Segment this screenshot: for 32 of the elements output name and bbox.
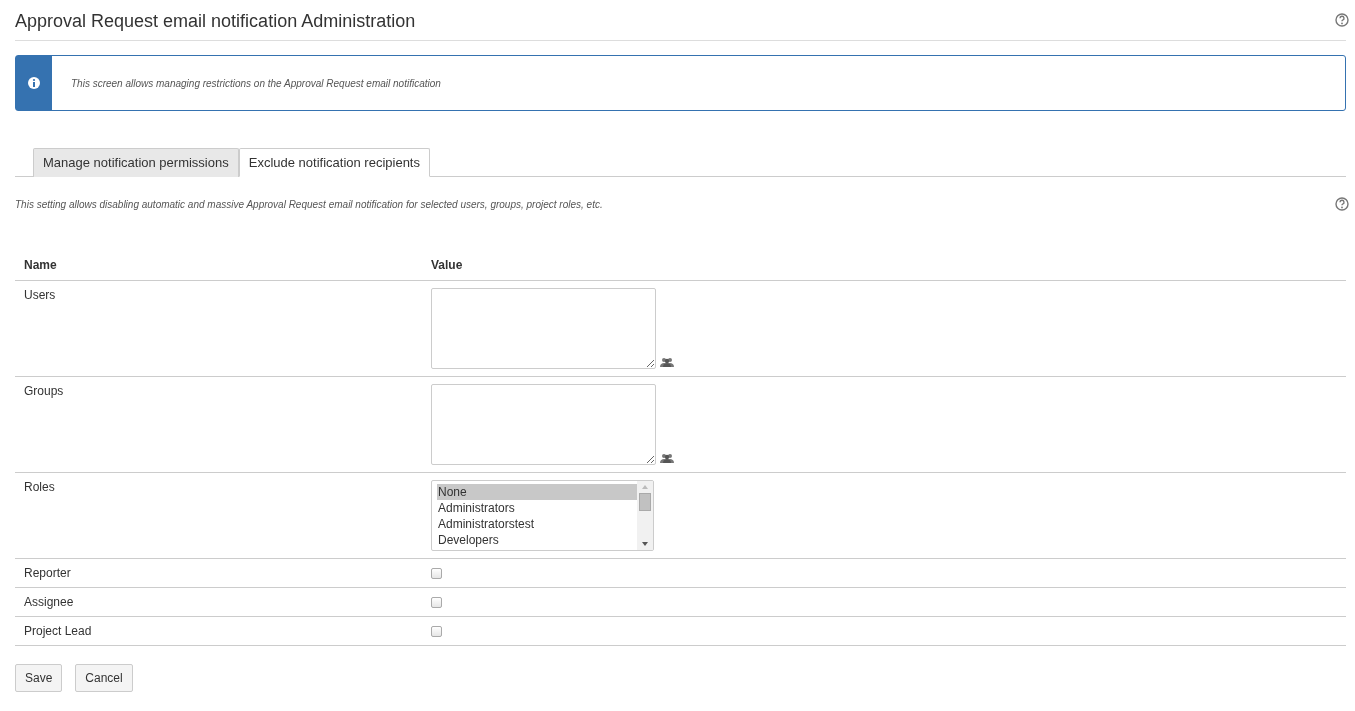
scroll-thumb[interactable] — [639, 493, 651, 511]
scroll-up-icon[interactable] — [641, 484, 649, 490]
tab[interactable]: Exclude notification recipients — [238, 148, 430, 177]
help-icon[interactable] — [1335, 13, 1349, 27]
list-option[interactable]: Administrators — [437, 500, 637, 516]
row-label: Assignee — [24, 595, 74, 609]
row-label: Groups — [24, 384, 64, 398]
row-label: Users — [24, 288, 56, 302]
page-title: Approval Request email notification Administration — [15, 9, 416, 32]
row-label: Roles — [24, 480, 55, 494]
scroll-down-icon[interactable] — [641, 541, 649, 547]
description: This setting allows disabling automatic and massive Approval Request email notification for selected users, groups, project roles, etc. — [15, 198, 603, 210]
roles-listbox[interactable]: None Administrators Administratorstest Developers — [431, 480, 654, 551]
list-option[interactable]: Administratorstest — [437, 516, 637, 532]
user-picker-icon[interactable] — [660, 453, 674, 463]
list-option[interactable]: None — [437, 484, 637, 500]
row-label: Reporter — [24, 566, 71, 580]
checkbox[interactable] — [431, 597, 442, 608]
cancel-button[interactable]: Cancel — [75, 664, 133, 692]
list-option[interactable]: Developers — [437, 532, 637, 548]
help-icon[interactable] — [1335, 197, 1349, 211]
user-picker-icon[interactable] — [660, 357, 674, 367]
info-message: This screen allows managing restrictions on the Approval Request email notification — [71, 77, 441, 89]
row-label: Project Lead — [24, 624, 92, 638]
save-button[interactable]: Save — [15, 664, 63, 692]
scrollbar[interactable] — [637, 481, 653, 550]
column-header: Name — [15, 250, 422, 281]
info-icon — [27, 76, 41, 90]
tab[interactable]: Manage notification permissions — [33, 148, 239, 177]
column-header: Value — [422, 250, 1346, 281]
checkbox[interactable] — [431, 626, 442, 637]
checkbox[interactable] — [431, 568, 442, 579]
